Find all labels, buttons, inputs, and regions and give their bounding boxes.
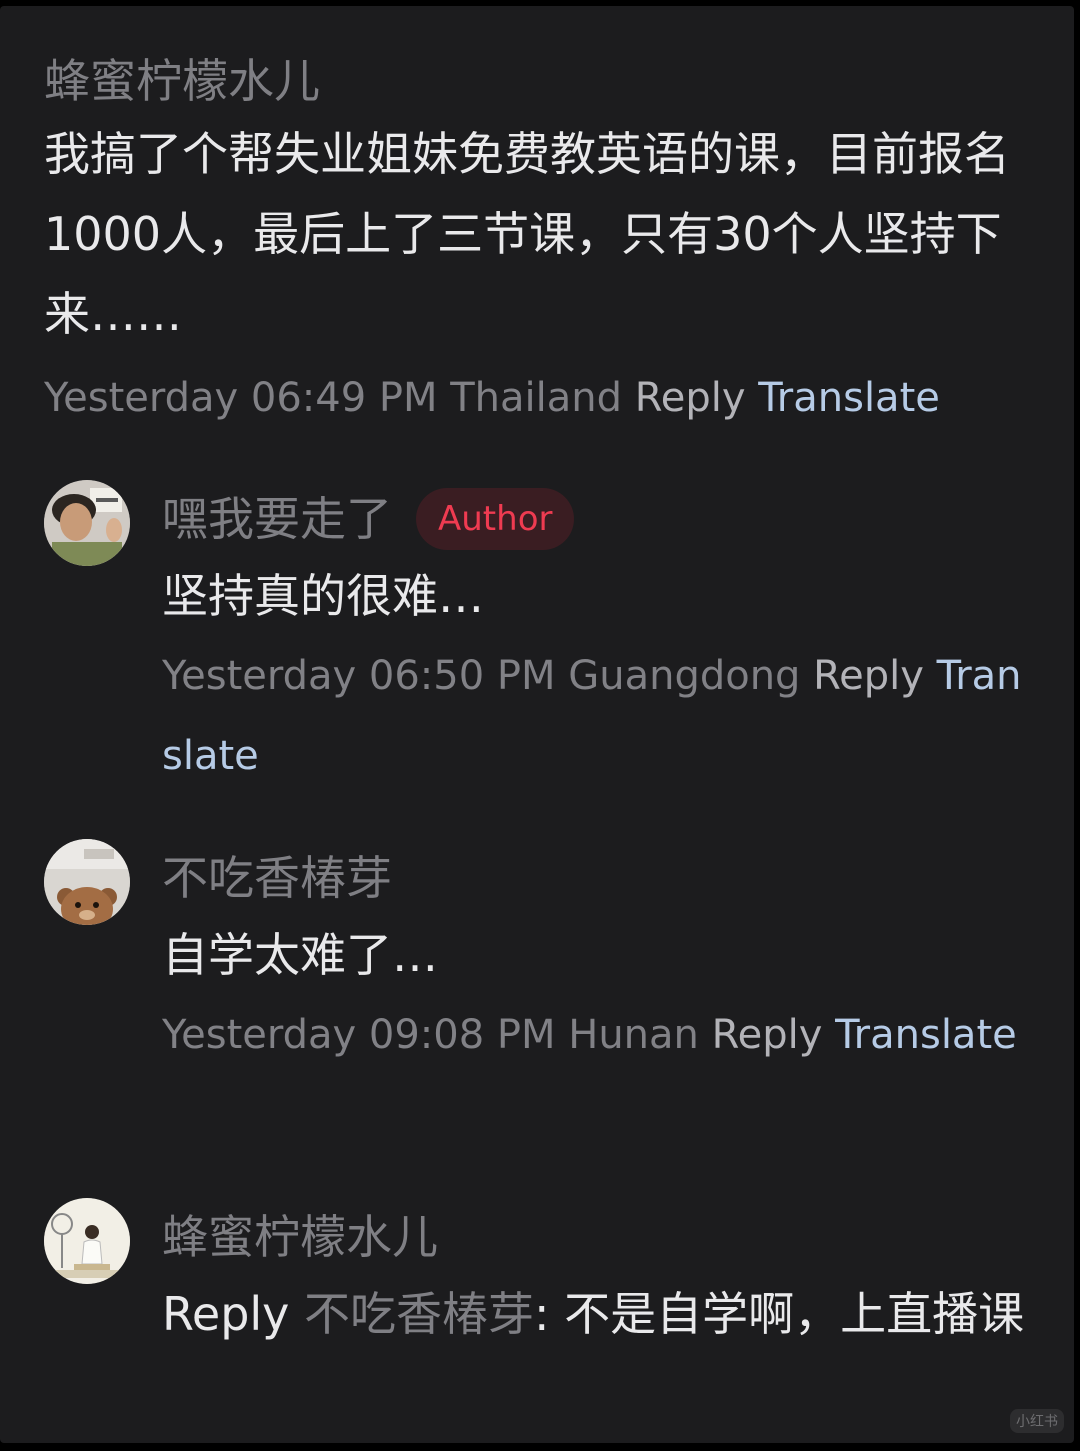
comment-thread: 蜂蜜柠檬水儿 我搞了个帮失业姐妹免费教英语的课，目前报名1000人，最后上了三节…: [0, 6, 1074, 1443]
timestamp: Yesterday 06:49 PM: [44, 375, 438, 421]
comment-text: Reply 不吃香椿芽: 不是自学啊，上直播课: [162, 1274, 1042, 1354]
reply-text: : 不是自学啊，上直播课: [534, 1287, 1025, 1341]
reply-button[interactable]: Reply: [712, 1012, 823, 1058]
avatar-image: [44, 480, 130, 566]
comment-text: 自学太难了…: [162, 928, 438, 982]
translate-link[interactable]: Translate: [758, 375, 940, 421]
reply-body: 蜂蜜柠檬水儿 Reply 不吃香椿芽: 不是自学啊，上直播课: [162, 1198, 1042, 1354]
username[interactable]: 蜂蜜柠檬水儿: [162, 1204, 438, 1270]
avatar[interactable]: [44, 480, 130, 566]
avatar[interactable]: [44, 1198, 130, 1284]
reply-prefix: Reply: [162, 1287, 290, 1341]
comment-meta: Yesterday 06:50 PM Guangdong Reply Trans…: [162, 636, 1042, 796]
avatar-image: [44, 839, 130, 925]
reply-body: 不吃香椿芽 自学太难了… Yesterday 09:08 PM Hunan Re…: [162, 839, 1042, 1075]
reply-header: 不吃香椿芽: [162, 845, 1042, 911]
reply-button[interactable]: Reply: [635, 375, 746, 421]
reply-button[interactable]: Reply: [813, 653, 924, 699]
avatar[interactable]: [44, 839, 130, 925]
location: Hunan: [568, 1012, 699, 1058]
author-badge: Author: [416, 488, 575, 550]
location: Thailand: [450, 375, 623, 421]
reply-header: 蜂蜜柠檬水儿: [162, 1204, 1042, 1270]
avatar-image: [44, 1198, 130, 1284]
reply-target-username[interactable]: 不吃香椿芽: [304, 1287, 534, 1341]
reply-header: 嘿我要走了 Author: [162, 486, 1042, 552]
reply-body: 嘿我要走了 Author 坚持真的很难… Yesterday 06:50 PM …: [162, 480, 1042, 796]
username[interactable]: 蜂蜜柠檬水儿: [44, 50, 1034, 112]
main-comment: 蜂蜜柠檬水儿 我搞了个帮失业姐妹免费教英语的课，目前报名1000人，最后上了三节…: [44, 50, 1034, 438]
username[interactable]: 不吃香椿芽: [162, 845, 392, 911]
username[interactable]: 嘿我要走了: [162, 486, 392, 552]
comment-meta: Yesterday 09:08 PM Hunan Reply Translate: [162, 995, 1042, 1075]
watermark: 小红书: [1010, 1409, 1064, 1433]
translate-link[interactable]: Translate: [835, 1012, 1017, 1058]
comment-text: 我搞了个帮失业姐妹免费教英语的课，目前报名1000人，最后上了三节课，只有30个…: [44, 127, 1010, 341]
timestamp: Yesterday 06:50 PM: [162, 653, 556, 699]
comment-meta: Yesterday 06:49 PM Thailand Reply Transl…: [44, 358, 1034, 438]
timestamp: Yesterday 09:08 PM: [162, 1012, 556, 1058]
location: Guangdong: [568, 653, 801, 699]
comment-text: 坚持真的很难…: [162, 569, 484, 623]
